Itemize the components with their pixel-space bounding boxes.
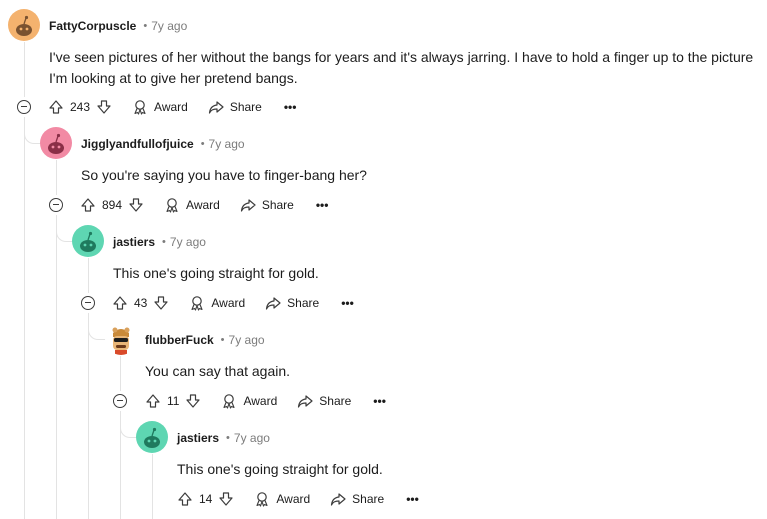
- vote-count: 243: [70, 100, 91, 114]
- thread-elbow-3: [56, 215, 73, 242]
- share-button[interactable]: Share: [208, 99, 262, 115]
- timestamp[interactable]: 7y ago: [209, 137, 245, 151]
- upvote-icon[interactable]: [145, 393, 161, 409]
- thread-elbow-2: [24, 117, 41, 144]
- award-button[interactable]: Award: [189, 295, 245, 311]
- username[interactable]: Jigglyandfullofjuice: [81, 137, 194, 151]
- more-options-button[interactable]: •••: [373, 394, 386, 408]
- username[interactable]: jastiers: [113, 235, 155, 249]
- award-button[interactable]: Award: [221, 393, 277, 409]
- share-button[interactable]: Share: [240, 197, 294, 213]
- upvote-icon[interactable]: [48, 99, 64, 115]
- award-button[interactable]: Award: [254, 491, 310, 507]
- separator-dot: •: [200, 138, 205, 150]
- avatar[interactable]: [40, 127, 72, 159]
- timestamp[interactable]: 7y ago: [170, 235, 206, 249]
- separator-dot: •: [226, 432, 230, 444]
- vote-count: 43: [134, 296, 148, 310]
- share-button[interactable]: Share: [265, 295, 319, 311]
- separator-dot: •: [220, 334, 225, 346]
- share-button[interactable]: Share: [330, 491, 384, 507]
- upvote-icon[interactable]: [112, 295, 128, 311]
- comment-body: This one's going straight for gold.: [177, 461, 383, 477]
- comment-body: So you're saying you have to finger-bang…: [81, 167, 367, 183]
- separator-dot: •: [162, 236, 166, 248]
- award-icon: [223, 394, 236, 409]
- award-button[interactable]: Award: [164, 197, 220, 213]
- more-options-button[interactable]: •••: [316, 198, 329, 212]
- award-icon: [166, 198, 178, 213]
- award-button[interactable]: Award: [132, 99, 188, 115]
- share-icon: [240, 199, 256, 212]
- award-icon: [256, 492, 268, 507]
- share-button[interactable]: Share: [297, 393, 351, 409]
- downvote-icon[interactable]: [96, 99, 112, 115]
- more-options-button[interactable]: •••: [284, 100, 297, 114]
- username[interactable]: flubberFuck: [145, 333, 214, 347]
- avatar[interactable]: [8, 9, 40, 41]
- share-icon: [331, 493, 346, 506]
- comment-body: This one's going straight for gold.: [113, 265, 319, 281]
- avatar[interactable]: [136, 421, 168, 453]
- comment-body: I've seen pictures of her without the ba…: [49, 49, 754, 86]
- upvote-icon[interactable]: [80, 197, 96, 213]
- timestamp[interactable]: 7y ago: [234, 431, 270, 445]
- collapse-thread-button[interactable]: [17, 100, 31, 114]
- thread-line-3b[interactable]: [88, 313, 89, 519]
- vote-count: 11: [167, 394, 180, 408]
- username[interactable]: jastiers: [177, 431, 219, 445]
- thread-line-1b[interactable]: [24, 117, 25, 519]
- more-options-button[interactable]: •••: [341, 296, 354, 310]
- timestamp[interactable]: 7y ago: [229, 333, 265, 347]
- award-icon: [191, 296, 203, 311]
- avatar[interactable]: [105, 323, 137, 355]
- thread-elbow-5: [120, 411, 137, 438]
- vote-count: 894: [102, 198, 123, 212]
- share-icon: [266, 297, 281, 310]
- collapse-thread-button[interactable]: [49, 198, 63, 212]
- thread-elbow-4: [88, 313, 106, 340]
- thread-line-2b[interactable]: [56, 215, 57, 519]
- downvote-icon[interactable]: [218, 491, 234, 507]
- collapse-thread-button[interactable]: [113, 394, 127, 408]
- username[interactable]: FattyCorpuscle: [49, 19, 136, 33]
- more-options-button[interactable]: •••: [406, 492, 419, 506]
- thread-line-1[interactable]: [24, 42, 25, 97]
- thread-line-5[interactable]: [152, 454, 153, 519]
- avatar[interactable]: [72, 225, 104, 257]
- share-icon: [208, 101, 224, 114]
- vote-count: 14: [199, 492, 213, 506]
- thread-line-3[interactable]: [88, 258, 89, 293]
- thread-line-2[interactable]: [56, 160, 57, 195]
- comment-body: You can say that again.: [145, 363, 291, 379]
- separator-dot: •: [143, 20, 148, 32]
- upvote-icon[interactable]: [177, 491, 193, 507]
- collapse-thread-button[interactable]: [81, 296, 95, 310]
- thread-line-4[interactable]: [120, 356, 121, 391]
- timestamp[interactable]: 7y ago: [151, 19, 187, 33]
- downvote-icon[interactable]: [153, 295, 169, 311]
- downvote-icon[interactable]: [185, 393, 201, 409]
- share-icon: [298, 395, 313, 408]
- award-icon: [134, 100, 146, 115]
- downvote-icon[interactable]: [128, 197, 144, 213]
